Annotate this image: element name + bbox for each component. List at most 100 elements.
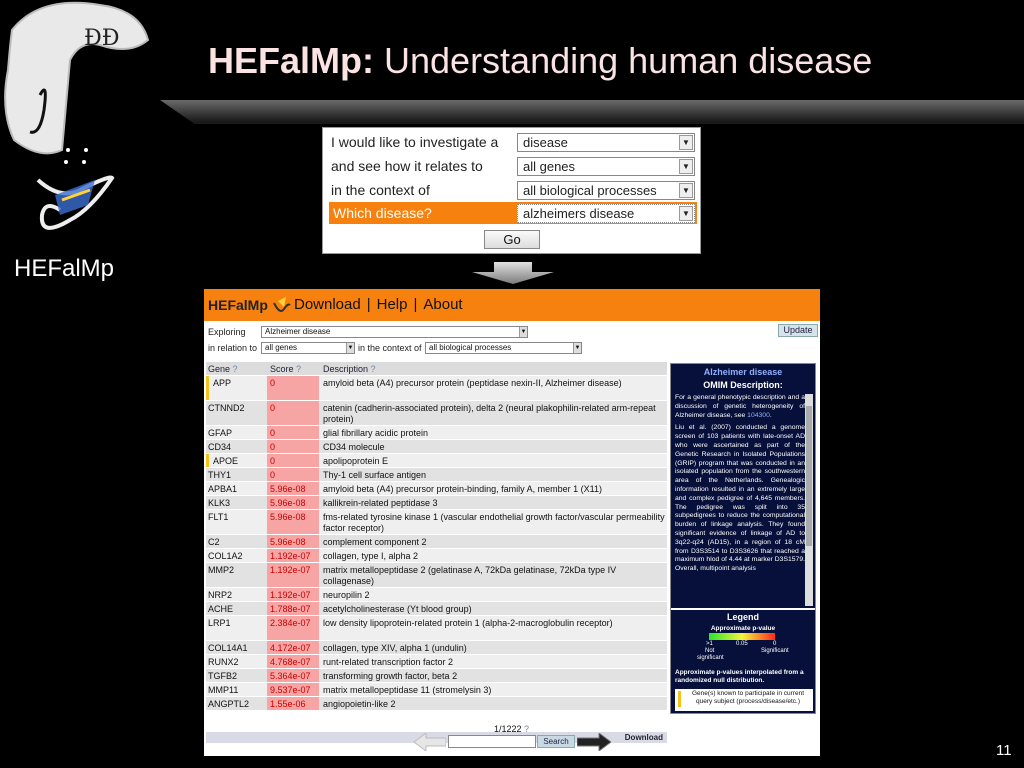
table-row[interactable]: APP 0 amyloid beta (A4) precursor protein … bbox=[206, 376, 667, 401]
query-type-select[interactable]: disease ▼ bbox=[517, 133, 695, 152]
score-cell: 5.96e-08 bbox=[267, 482, 319, 495]
table-row[interactable]: THY1 0 Thy-1 cell surface antigen bbox=[206, 468, 667, 482]
relation-select[interactable]: all genes ▼ bbox=[261, 342, 355, 354]
table-download-link[interactable]: Download bbox=[625, 733, 663, 742]
gene-cell[interactable]: CTNND2 bbox=[206, 401, 266, 425]
table-row[interactable]: KLK3 5.96e-08 kallikrein-related peptidase… bbox=[206, 496, 667, 510]
scrollbar-thumb[interactable] bbox=[806, 406, 812, 546]
gene-cell[interactable]: CD34 bbox=[206, 440, 266, 453]
gene-search-input[interactable] bbox=[448, 735, 536, 748]
update-button[interactable]: Update bbox=[778, 324, 818, 337]
description-cell: angiopoietin-like 2 bbox=[323, 699, 396, 709]
chevron-down-icon[interactable]: ▼ bbox=[679, 159, 693, 174]
gene-cell[interactable]: RUNX2 bbox=[206, 655, 266, 668]
omim-link[interactable]: 104300 bbox=[747, 412, 770, 419]
chevron-down-icon[interactable]: ▼ bbox=[679, 183, 693, 198]
gene-cell[interactable]: NRP2 bbox=[206, 588, 266, 601]
gene-cell[interactable]: THY1 bbox=[206, 468, 266, 481]
next-page-arrow-icon[interactable] bbox=[577, 733, 611, 751]
logo-caption: HEFalMp bbox=[14, 255, 115, 282]
score-column-header[interactable]: Score ? bbox=[267, 362, 319, 375]
description-cell: fms-related tyrosine kinase 1 (vascular … bbox=[323, 512, 665, 533]
exploring-select[interactable]: Alzheimer disease ▼ bbox=[261, 326, 528, 338]
gene-cell[interactable]: APP bbox=[206, 376, 266, 400]
gene-cell[interactable]: C2 bbox=[206, 535, 266, 548]
chevron-down-icon[interactable]: ▼ bbox=[346, 343, 354, 353]
gene-cell[interactable]: COL1A2 bbox=[206, 549, 266, 562]
gene-cell[interactable]: ANGPTL2 bbox=[206, 697, 266, 710]
query-row-relates: and see how it relates to all genes ▼ bbox=[323, 155, 700, 177]
gene-cell[interactable]: MMP11 bbox=[206, 683, 266, 696]
description-cell: low density lipoprotein-related protein … bbox=[323, 618, 613, 628]
table-row[interactable]: MMP11 9.537e-07 matrix metallopeptidase 11… bbox=[206, 683, 667, 697]
table-row[interactable]: COL1A2 1.192e-07 collagen, type I, alpha 2 bbox=[206, 549, 667, 563]
context-label: in the context of bbox=[358, 343, 422, 353]
gene-cell[interactable]: LRP1 bbox=[206, 616, 266, 640]
context-select[interactable]: all biological processes ▼ bbox=[425, 342, 582, 354]
side-panel-subtitle: OMIM Description: bbox=[703, 380, 783, 390]
gene-table: Gene ? Score ? Description ? APP 0 amyloid… bbox=[206, 362, 667, 711]
table-row[interactable]: GFAP 0 glial fibrillary acidic protein bbox=[206, 426, 667, 440]
table-row[interactable]: MMP2 1.192e-07 matrix metallopeptidase 2 (… bbox=[206, 563, 667, 588]
app-brand[interactable]: HEFalMp bbox=[208, 297, 268, 313]
description-cell: CD34 molecule bbox=[323, 442, 385, 452]
help-icon[interactable]: ? bbox=[371, 364, 376, 374]
slide-title-bold: HEFalMp: bbox=[208, 40, 374, 81]
nav-about-link[interactable]: About bbox=[423, 296, 462, 313]
description-column-header[interactable]: Description ? bbox=[321, 362, 667, 375]
table-row[interactable]: COL14A1 4.172e-07 collagen, type XIV, alph… bbox=[206, 641, 667, 655]
gene-cell[interactable]: ACHE bbox=[206, 602, 266, 615]
table-row[interactable]: CD34 0 CD34 molecule bbox=[206, 440, 667, 454]
table-row[interactable]: RUNX2 4.768e-07 runt-related transcription… bbox=[206, 655, 667, 669]
query-relates-select[interactable]: all genes ▼ bbox=[517, 157, 695, 176]
gene-cell[interactable]: FLT1 bbox=[206, 510, 266, 534]
table-row[interactable]: TGFB2 5.364e-07 transforming growth factor… bbox=[206, 669, 667, 683]
gene-cell[interactable]: APOE bbox=[206, 454, 266, 467]
gene-cell[interactable]: MMP2 bbox=[206, 563, 266, 587]
nav-download-link[interactable]: Download bbox=[294, 296, 361, 313]
table-row[interactable]: NRP2 1.192e-07 neuropilin 2 bbox=[206, 588, 667, 602]
help-icon[interactable]: ? bbox=[296, 364, 301, 374]
table-row[interactable]: C2 5.96e-08 complement component 2 bbox=[206, 535, 667, 549]
slide-title-rest: Understanding human disease bbox=[374, 40, 873, 81]
score-cell: 4.768e-07 bbox=[267, 655, 319, 668]
gene-cell[interactable]: KLK3 bbox=[206, 496, 266, 509]
query-row-type: I would like to investigate a disease ▼ bbox=[323, 131, 700, 153]
gene-cell[interactable]: APBA1 bbox=[206, 482, 266, 495]
score-cell: 5.96e-08 bbox=[267, 496, 319, 509]
go-button[interactable]: Go bbox=[484, 230, 540, 249]
score-cell: 0 bbox=[267, 376, 319, 400]
help-icon[interactable]: ? bbox=[233, 364, 238, 374]
help-icon[interactable]: ? bbox=[524, 724, 529, 734]
chevron-down-icon[interactable]: ▼ bbox=[519, 327, 527, 337]
description-scrollbar[interactable] bbox=[805, 394, 813, 606]
nav-help-link[interactable]: Help bbox=[377, 296, 408, 313]
table-row[interactable]: LRP1 2.384e-07 low density lipoprotein-rel… bbox=[206, 616, 667, 641]
table-row[interactable]: CTNND2 0 catenin (cadherin-associated prot… bbox=[206, 401, 667, 426]
description-cell: complement component 2 bbox=[323, 537, 427, 547]
disease-select[interactable]: alzheimers disease ▼ bbox=[517, 204, 695, 223]
table-row[interactable]: APBA1 5.96e-08 amyloid beta (A4) precursor… bbox=[206, 482, 667, 496]
score-cell: 0 bbox=[267, 454, 319, 467]
table-row[interactable]: ACHE 1.788e-07 acetylcholinesterase (Yt bl… bbox=[206, 602, 667, 616]
gene-cell[interactable]: TGFB2 bbox=[206, 669, 266, 682]
chevron-down-icon[interactable]: ▼ bbox=[679, 135, 693, 150]
legend-title: Legend bbox=[726, 612, 759, 622]
exploring-label: Exploring bbox=[208, 327, 246, 337]
table-row[interactable]: ANGPTL2 1.55e-06 angiopoietin-like 2 bbox=[206, 697, 667, 711]
omim-side-panel: Alzheimer disease OMIM Description: For … bbox=[670, 363, 816, 714]
chevron-down-icon[interactable]: ▼ bbox=[573, 343, 581, 353]
description-cell: kallikrein-related peptidase 3 bbox=[323, 498, 438, 508]
score-cell: 5.96e-08 bbox=[267, 535, 319, 548]
query-context-select[interactable]: all biological processes ▼ bbox=[517, 181, 695, 200]
table-header-row: Gene ? Score ? Description ? bbox=[206, 362, 667, 376]
gene-cell[interactable]: COL14A1 bbox=[206, 641, 266, 654]
prev-page-arrow-icon[interactable] bbox=[414, 733, 446, 751]
gene-cell[interactable]: GFAP bbox=[206, 426, 266, 439]
down-arrow-icon bbox=[472, 262, 554, 284]
gene-column-header[interactable]: Gene ? bbox=[206, 362, 266, 375]
table-row[interactable]: FLT1 5.96e-08 fms-related tyrosine kinase … bbox=[206, 510, 667, 535]
chevron-down-icon[interactable]: ▼ bbox=[679, 206, 693, 221]
search-button[interactable]: Search bbox=[537, 735, 575, 748]
table-row[interactable]: APOE 0 apolipoprotein E bbox=[206, 454, 667, 468]
